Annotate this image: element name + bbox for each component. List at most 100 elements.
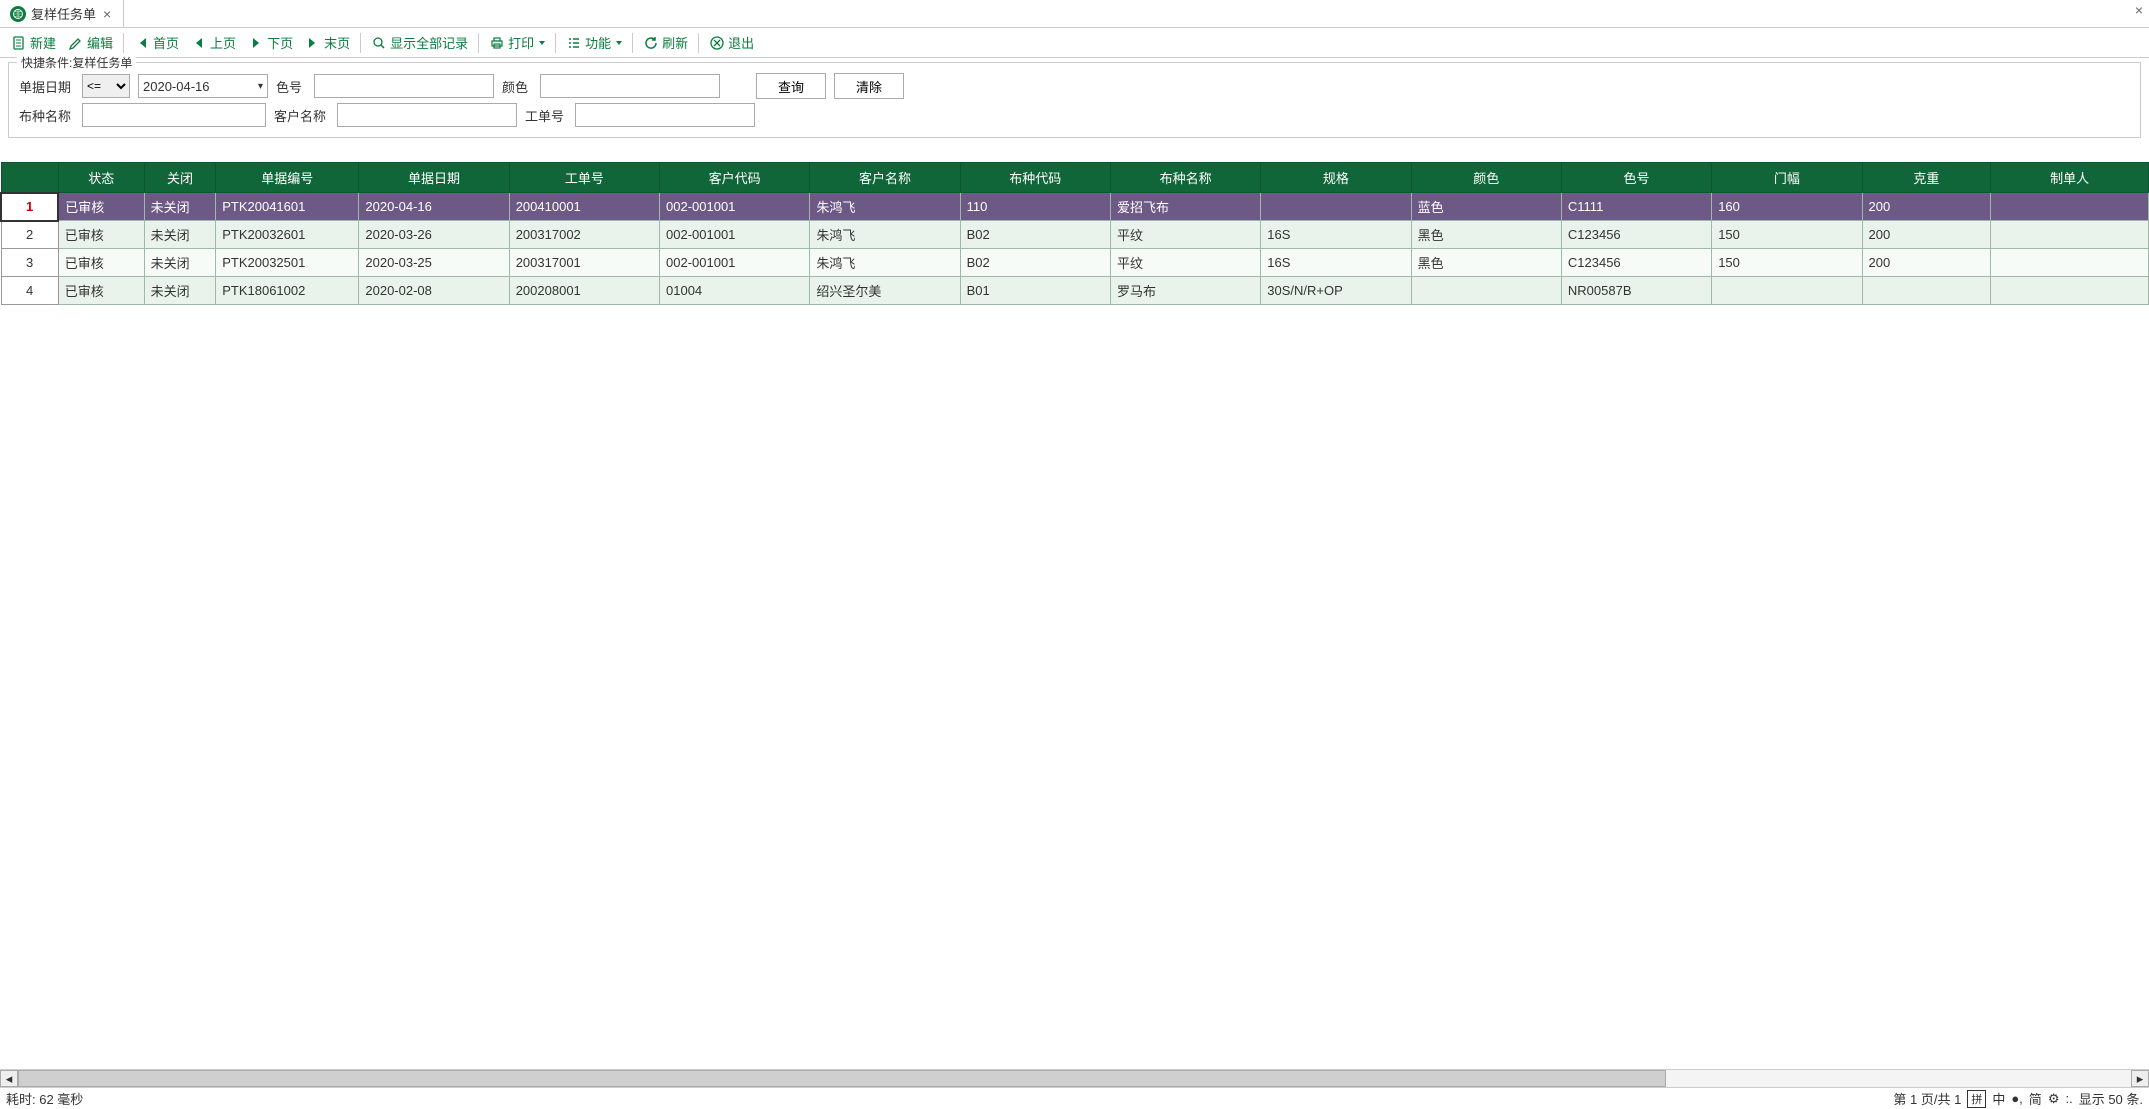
cell-billDate[interactable]: 2020-03-26 — [359, 221, 509, 249]
col-billno[interactable]: 单据编号 — [216, 163, 359, 193]
cell-weight[interactable] — [1862, 277, 1991, 305]
cell-creator[interactable] — [1991, 249, 2149, 277]
col-weight[interactable]: 克重 — [1862, 163, 1991, 193]
cell-color[interactable]: 黑色 — [1411, 249, 1561, 277]
fabricname-input[interactable] — [82, 103, 266, 127]
cell-fabricCode[interactable]: B01 — [960, 277, 1110, 305]
clear-button[interactable]: 清除 — [834, 73, 904, 99]
cell-width[interactable] — [1712, 277, 1862, 305]
cell-spec[interactable]: 16S — [1261, 221, 1411, 249]
cell-width[interactable]: 160 — [1712, 193, 1862, 221]
cell-custName[interactable]: 朱鸿飞 — [810, 221, 960, 249]
cell-width[interactable]: 150 — [1712, 249, 1862, 277]
first-page-button[interactable]: 首页 — [129, 31, 184, 54]
last-page-button[interactable]: 末页 — [300, 31, 355, 54]
tab-close-icon[interactable]: × — [101, 6, 113, 22]
date-input[interactable]: 2020-04-16 ▾ — [138, 74, 268, 98]
col-color[interactable]: 颜色 — [1411, 163, 1561, 193]
showall-button[interactable]: 显示全部记录 — [366, 31, 473, 54]
custname-input[interactable] — [337, 103, 517, 127]
tab-active[interactable]: 复样任务单 × — [0, 0, 124, 27]
cell-weight[interactable]: 200 — [1862, 249, 1991, 277]
grid-table[interactable]: 状态 关闭 单据编号 单据日期 工单号 客户代码 客户名称 布种代码 布种名称 … — [0, 162, 2149, 305]
cell-fabricName[interactable]: 爱招飞布 — [1110, 193, 1260, 221]
col-spec[interactable]: 规格 — [1261, 163, 1411, 193]
cell-custName[interactable]: 绍兴圣尔美 — [810, 277, 960, 305]
colorno-input[interactable] — [314, 74, 494, 98]
cell-closed[interactable]: 未关闭 — [144, 277, 216, 305]
color-input[interactable] — [540, 74, 720, 98]
table-row[interactable]: 1已审核未关闭PTK200416012020-04-16200410001002… — [1, 193, 2149, 221]
cell-billDate[interactable]: 2020-02-08 — [359, 277, 509, 305]
exit-button[interactable]: 退出 — [704, 31, 759, 54]
cell-billNo[interactable]: PTK20032601 — [216, 221, 359, 249]
row-number[interactable]: 2 — [1, 221, 58, 249]
cell-workOrder[interactable]: 200410001 — [509, 193, 659, 221]
scroll-track[interactable] — [18, 1070, 2131, 1087]
col-width[interactable]: 门幅 — [1712, 163, 1862, 193]
cell-workOrder[interactable]: 200317001 — [509, 249, 659, 277]
col-fabricname[interactable]: 布种名称 — [1110, 163, 1260, 193]
new-button[interactable]: 新建 — [6, 31, 61, 54]
cell-color[interactable]: 蓝色 — [1411, 193, 1561, 221]
cell-custCode[interactable]: 002-001001 — [660, 193, 810, 221]
cell-closed[interactable]: 未关闭 — [144, 221, 216, 249]
cell-colorNo[interactable]: NR00587B — [1561, 277, 1711, 305]
cell-width[interactable]: 150 — [1712, 221, 1862, 249]
cell-fabricName[interactable]: 罗马布 — [1110, 277, 1260, 305]
table-row[interactable]: 3已审核未关闭PTK200325012020-03-25200317001002… — [1, 249, 2149, 277]
prev-page-button[interactable]: 上页 — [186, 31, 241, 54]
cell-colorNo[interactable]: C1111 — [1561, 193, 1711, 221]
operator-select[interactable]: <= — [82, 74, 130, 98]
cell-creator[interactable] — [1991, 277, 2149, 305]
query-button[interactable]: 查询 — [756, 73, 826, 99]
cell-status[interactable]: 已审核 — [58, 277, 144, 305]
col-closed[interactable]: 关闭 — [144, 163, 216, 193]
print-button[interactable]: 打印 — [484, 31, 550, 54]
cell-workOrder[interactable]: 200208001 — [509, 277, 659, 305]
col-custname[interactable]: 客户名称 — [810, 163, 960, 193]
cell-color[interactable] — [1411, 277, 1561, 305]
row-number[interactable]: 4 — [1, 277, 58, 305]
cell-billDate[interactable]: 2020-04-16 — [359, 193, 509, 221]
cell-creator[interactable] — [1991, 221, 2149, 249]
cell-fabricCode[interactable]: B02 — [960, 221, 1110, 249]
cell-custCode[interactable]: 01004 — [660, 277, 810, 305]
col-billdate[interactable]: 单据日期 — [359, 163, 509, 193]
cell-creator[interactable] — [1991, 193, 2149, 221]
col-colorno[interactable]: 色号 — [1561, 163, 1711, 193]
gear-icon[interactable]: ⚙ — [2048, 1091, 2060, 1107]
cell-closed[interactable]: 未关闭 — [144, 193, 216, 221]
cell-billDate[interactable]: 2020-03-25 — [359, 249, 509, 277]
col-workorder[interactable]: 工单号 — [509, 163, 659, 193]
cell-status[interactable]: 已审核 — [58, 249, 144, 277]
row-number[interactable]: 3 — [1, 249, 58, 277]
cell-color[interactable]: 黑色 — [1411, 221, 1561, 249]
col-fabriccode[interactable]: 布种代码 — [960, 163, 1110, 193]
cell-fabricName[interactable]: 平纹 — [1110, 221, 1260, 249]
cell-spec[interactable] — [1261, 193, 1411, 221]
cell-closed[interactable]: 未关闭 — [144, 249, 216, 277]
cell-workOrder[interactable]: 200317002 — [509, 221, 659, 249]
cell-custCode[interactable]: 002-001001 — [660, 249, 810, 277]
next-page-button[interactable]: 下页 — [243, 31, 298, 54]
func-button[interactable]: 功能 — [561, 31, 627, 54]
cell-fabricName[interactable]: 平纹 — [1110, 249, 1260, 277]
edit-button[interactable]: 编辑 — [63, 31, 118, 54]
scroll-left-button[interactable]: ◂ — [0, 1070, 18, 1087]
cell-billNo[interactable]: PTK18061002 — [216, 277, 359, 305]
col-creator[interactable]: 制单人 — [1991, 163, 2149, 193]
cell-spec[interactable]: 16S — [1261, 249, 1411, 277]
workorder-input[interactable] — [575, 103, 755, 127]
cell-spec[interactable]: 30S/N/R+OP — [1261, 277, 1411, 305]
cell-fabricCode[interactable]: B02 — [960, 249, 1110, 277]
cell-custName[interactable]: 朱鸿飞 — [810, 193, 960, 221]
cell-status[interactable]: 已审核 — [58, 221, 144, 249]
scroll-right-button[interactable]: ▸ — [2131, 1070, 2149, 1087]
cell-status[interactable]: 已审核 — [58, 193, 144, 221]
cell-fabricCode[interactable]: 110 — [960, 193, 1110, 221]
cell-colorNo[interactable]: C123456 — [1561, 221, 1711, 249]
cell-custCode[interactable]: 002-001001 — [660, 221, 810, 249]
scroll-thumb[interactable] — [18, 1070, 1666, 1087]
cell-colorNo[interactable]: C123456 — [1561, 249, 1711, 277]
